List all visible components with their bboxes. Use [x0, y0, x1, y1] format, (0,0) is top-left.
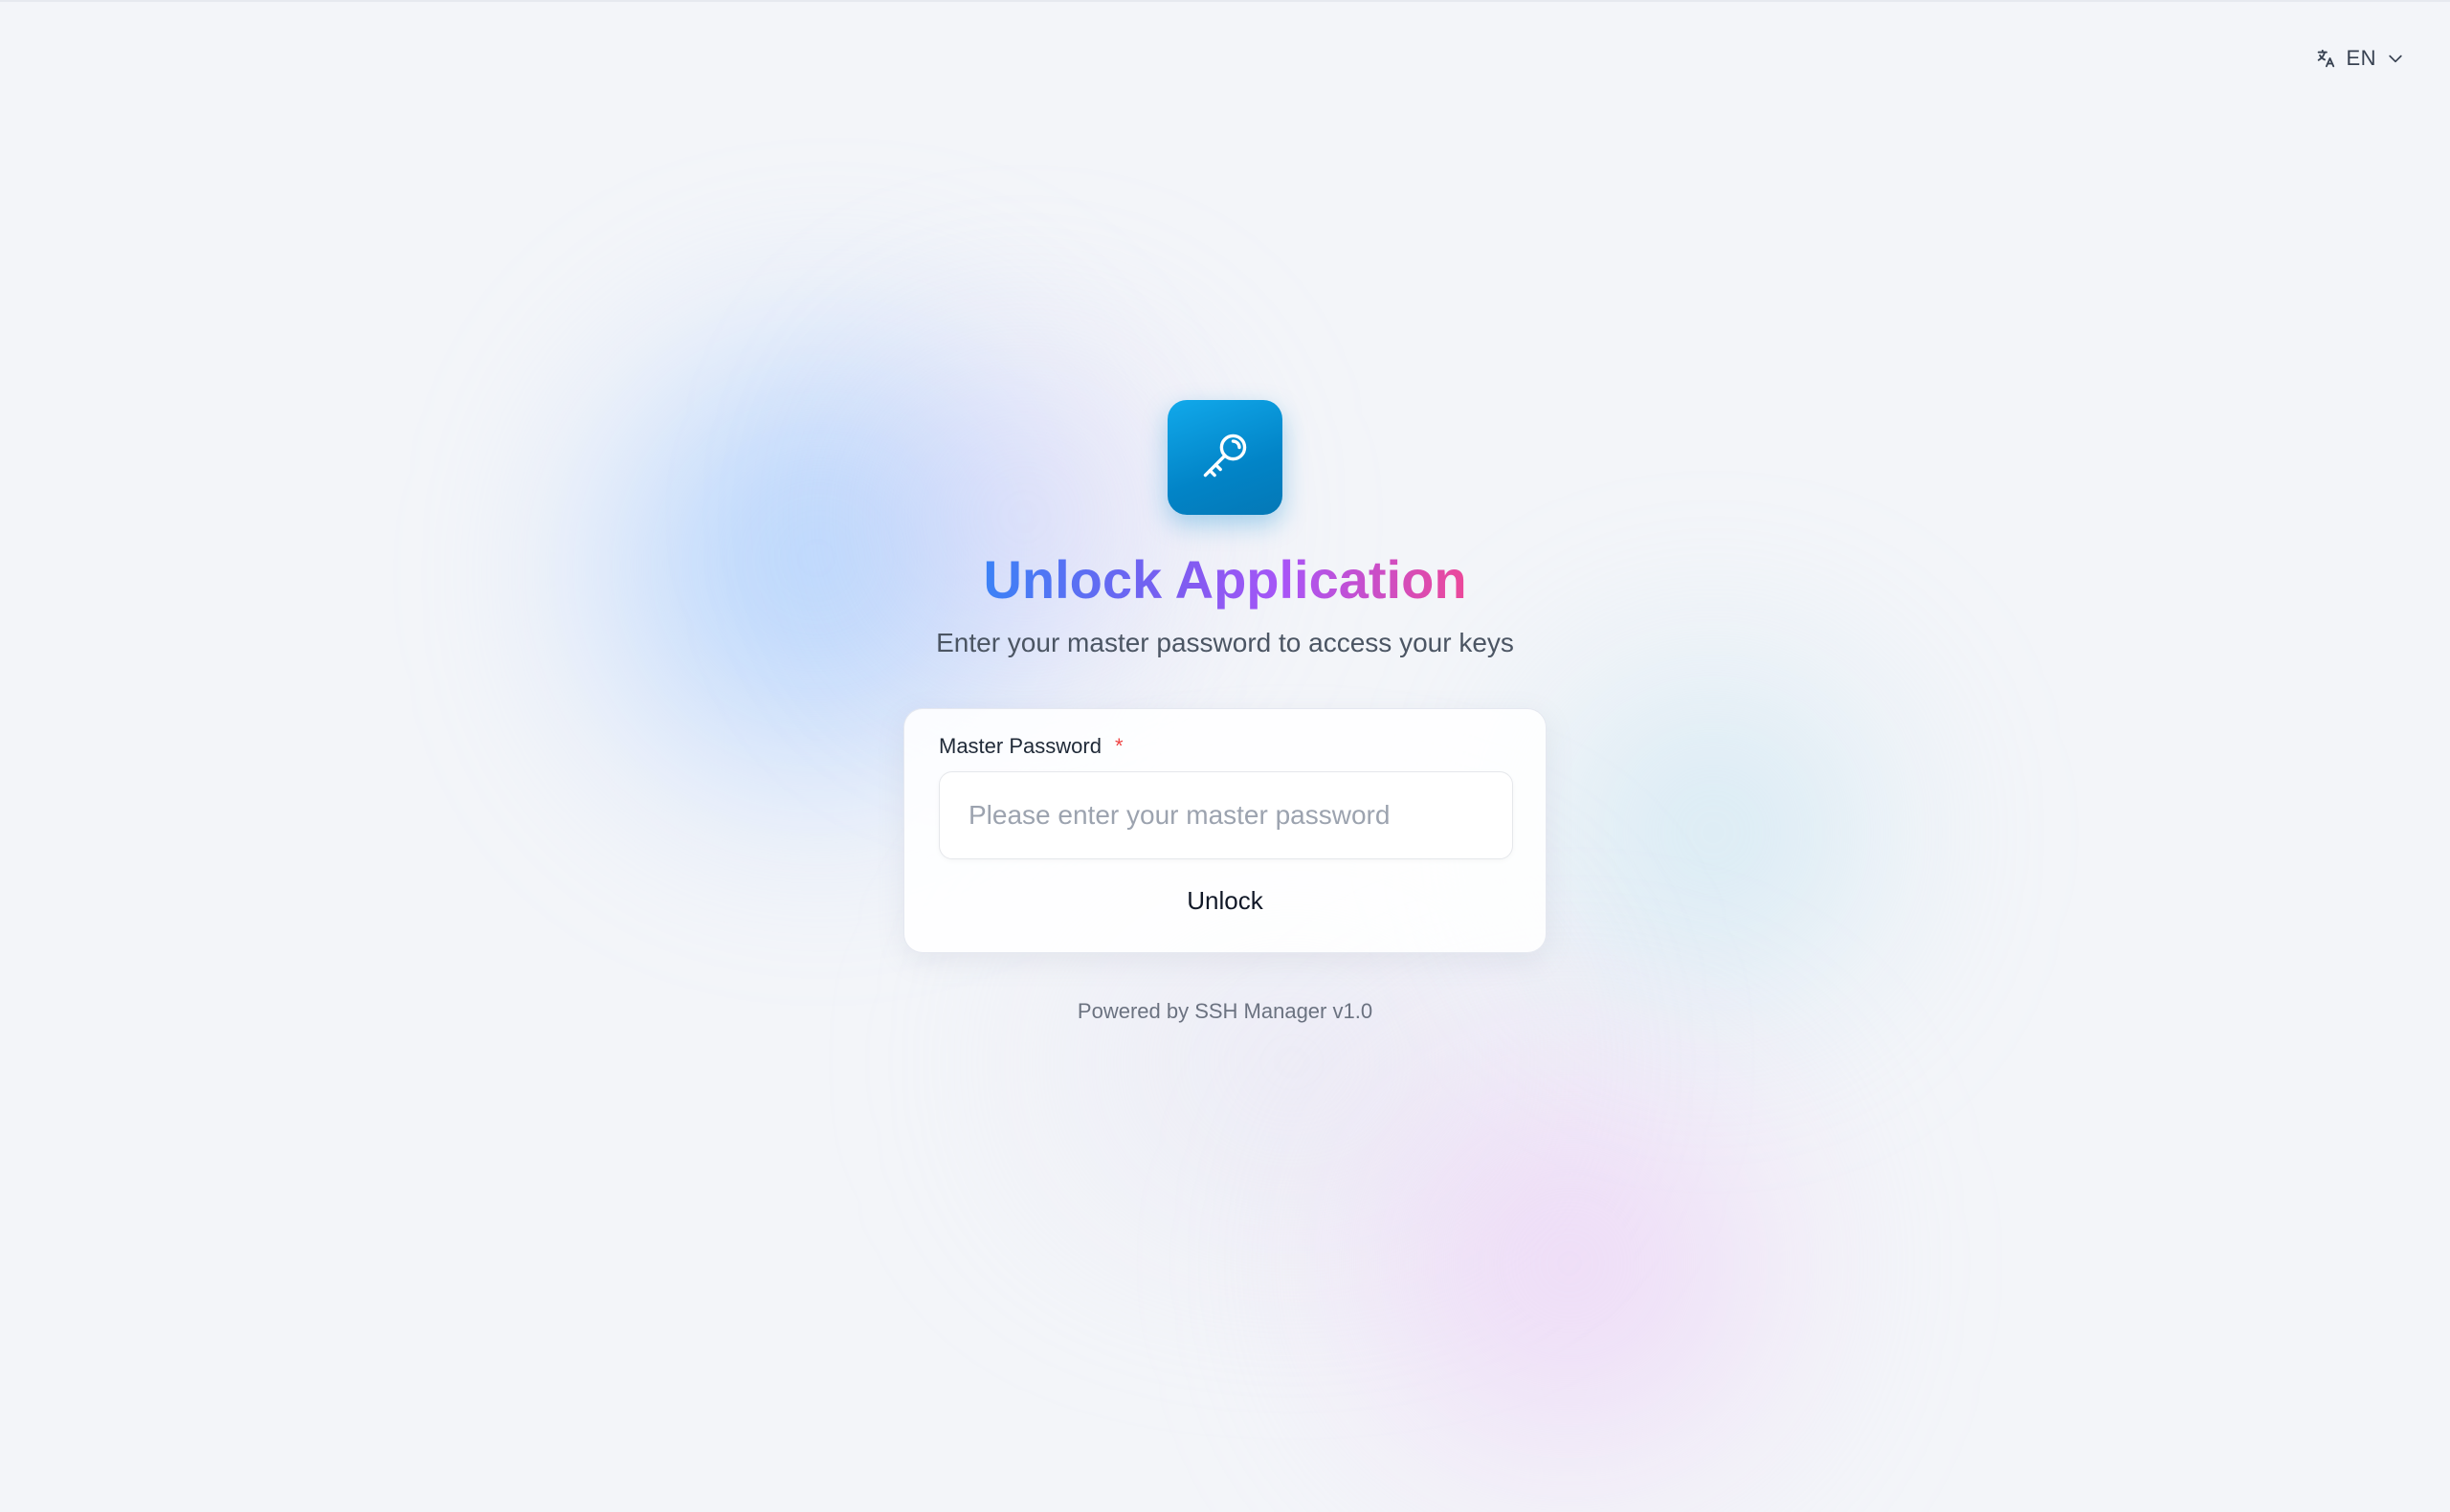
unlock-form-card: Master Password * Unlock — [903, 708, 1547, 954]
app-logo — [1168, 400, 1282, 515]
password-field-label: Master Password * — [939, 734, 1511, 759]
language-switcher[interactable]: EN — [2315, 46, 2405, 71]
page-subtitle: Enter your master password to access you… — [936, 628, 1514, 658]
chevron-down-icon — [2386, 49, 2405, 68]
master-password-input[interactable] — [939, 771, 1513, 860]
background-blob-pink — [1244, 1014, 1895, 1512]
window-top-border — [0, 0, 2450, 2]
unlock-panel: Unlock Application Enter your master pas… — [0, 400, 2450, 1024]
page-title: Unlock Application — [983, 549, 1467, 610]
unlock-button[interactable]: Unlock — [1168, 880, 1281, 922]
language-code: EN — [2346, 46, 2376, 70]
key-icon — [1197, 428, 1253, 488]
password-label-text: Master Password — [939, 734, 1102, 759]
required-marker: * — [1114, 734, 1124, 759]
translate-icon — [2315, 48, 2336, 69]
footer-text: Powered by SSH Manager v1.0 — [1077, 999, 1373, 1024]
